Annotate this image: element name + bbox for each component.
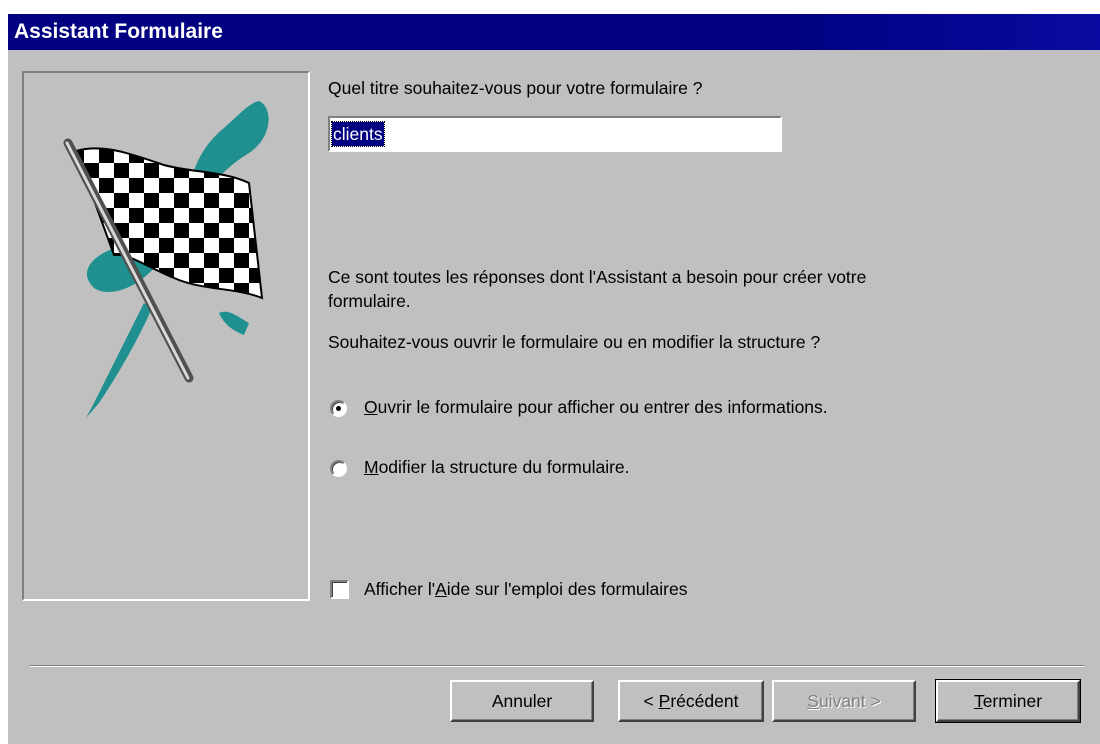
modify-structure-radio[interactable] bbox=[330, 460, 347, 477]
show-help-checkbox[interactable] bbox=[330, 580, 349, 599]
window-title: Assistant Formulaire bbox=[14, 20, 223, 43]
checkered-flag-icon bbox=[63, 101, 269, 418]
open-form-radio[interactable] bbox=[330, 400, 347, 417]
modify-structure-option-label[interactable]: Modifier la structure du formulaire. bbox=[364, 457, 630, 478]
info-text-line1: Ce sont toutes les réponses dont l'Assis… bbox=[328, 267, 867, 287]
radio-selected-dot bbox=[336, 406, 341, 411]
title-bar: Assistant Formulaire bbox=[8, 14, 1100, 50]
form-title-value: clients bbox=[331, 121, 385, 147]
open-form-option-label[interactable]: Ouvrir le formulaire pour afficher ou en… bbox=[364, 397, 828, 418]
open-or-modify-question: Souhaitez-vous ouvrir le formulaire ou e… bbox=[328, 332, 821, 352]
previous-button[interactable]: < Précédent bbox=[618, 680, 764, 722]
wizard-window: Assistant Formulaire Quel titre souhaite… bbox=[8, 14, 1100, 744]
next-button[interactable]: Suivant > bbox=[772, 680, 916, 722]
button-separator bbox=[30, 665, 1084, 667]
info-text-line2: formulaire. bbox=[328, 291, 411, 311]
illustration-panel bbox=[22, 71, 310, 601]
finish-button[interactable]: Terminer bbox=[935, 679, 1081, 723]
form-title-input[interactable]: clients bbox=[328, 116, 782, 152]
show-help-label[interactable]: Afficher l'Aide sur l'emploi des formula… bbox=[364, 579, 687, 600]
title-question-label: Quel titre souhaitez-vous pour votre for… bbox=[328, 78, 703, 98]
cancel-button[interactable]: Annuler bbox=[450, 680, 594, 722]
